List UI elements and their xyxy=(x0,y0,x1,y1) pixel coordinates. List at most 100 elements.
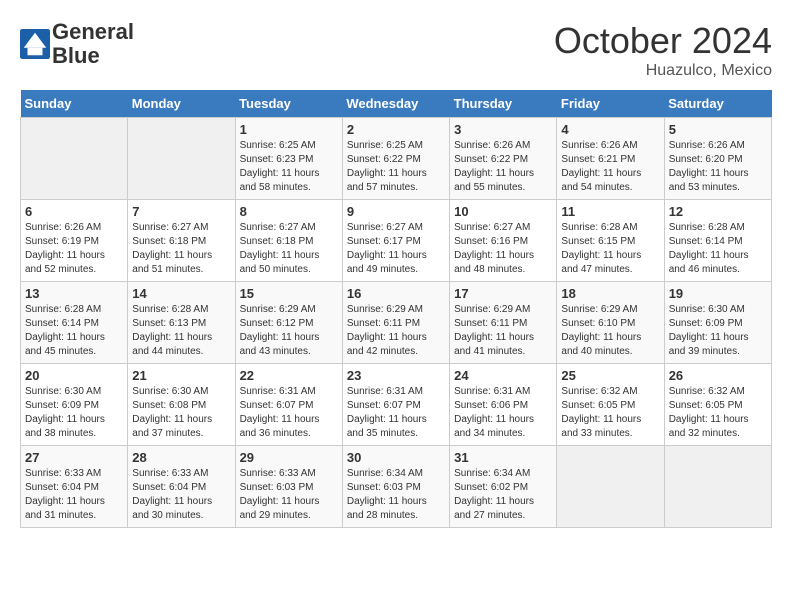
calendar-cell: 27 Sunrise: 6:33 AMSunset: 6:04 PMDayligh… xyxy=(21,446,128,528)
day-info: Sunrise: 6:28 AMSunset: 6:13 PMDaylight:… xyxy=(132,303,230,359)
day-info: Sunrise: 6:33 AMSunset: 6:04 PMDaylight:… xyxy=(25,467,123,523)
day-info: Sunrise: 6:31 AMSunset: 6:07 PMDaylight:… xyxy=(240,385,338,441)
logo: General Blue xyxy=(20,20,134,68)
day-number: 31 xyxy=(454,450,552,465)
week-row-4: 20Sunrise: 6:30 AMSunset: 6:09 PMDayligh… xyxy=(21,364,772,446)
day-info: Sunrise: 6:30 AMSunset: 6:09 PMDaylight:… xyxy=(669,303,767,359)
day-number: 21 xyxy=(132,368,230,383)
day-info: Sunrise: 6:32 AMSunset: 6:05 PMDaylight:… xyxy=(669,385,767,441)
calendar-cell: 1 Sunrise: 6:25 AMSunset: 6:23 PMDaylight… xyxy=(235,118,342,200)
day-info: Sunrise: 6:26 AMSunset: 6:21 PMDaylight:… xyxy=(561,139,659,195)
day-number: 7 xyxy=(132,204,230,219)
weekday-header-row: SundayMondayTuesdayWednesdayThursdayFrid… xyxy=(21,90,772,118)
weekday-header-wednesday: Wednesday xyxy=(342,90,449,118)
week-row-2: 6Sunrise: 6:26 AMSunset: 6:19 PMDaylight… xyxy=(21,200,772,282)
week-row-5: 27 Sunrise: 6:33 AMSunset: 6:04 PMDayligh… xyxy=(21,446,772,528)
calendar-cell: 10 Sunrise: 6:27 AMSunset: 6:16 PMDayligh… xyxy=(450,200,557,282)
day-info: Sunrise: 6:29 AMSunset: 6:11 PMDaylight:… xyxy=(454,303,552,359)
day-info: Sunrise: 6:34 AMSunset: 6:02 PMDaylight:… xyxy=(454,467,552,523)
day-number: 17 xyxy=(454,286,552,301)
day-info: Sunrise: 6:33 AMSunset: 6:03 PMDaylight:… xyxy=(240,467,338,523)
day-info: Sunrise: 6:27 AMSunset: 6:18 PMDaylight:… xyxy=(240,221,338,277)
day-info: Sunrise: 6:33 AMSunset: 6:04 PMDaylight:… xyxy=(132,467,230,523)
day-info: Sunrise: 6:28 AMSunset: 6:14 PMDaylight:… xyxy=(669,221,767,277)
day-number: 5 xyxy=(669,122,767,137)
calendar-cell: 17 Sunrise: 6:29 AMSunset: 6:11 PMDayligh… xyxy=(450,282,557,364)
logo-line2: Blue xyxy=(52,44,134,68)
calendar-cell: 12 Sunrise: 6:28 AMSunset: 6:14 PMDayligh… xyxy=(664,200,771,282)
day-info: Sunrise: 6:27 AMSunset: 6:17 PMDaylight:… xyxy=(347,221,445,277)
calendar-cell: 11 Sunrise: 6:28 AMSunset: 6:15 PMDayligh… xyxy=(557,200,664,282)
day-info: Sunrise: 6:29 AMSunset: 6:10 PMDaylight:… xyxy=(561,303,659,359)
calendar-cell xyxy=(664,446,771,528)
day-number: 2 xyxy=(347,122,445,137)
calendar-cell xyxy=(557,446,664,528)
day-info: Sunrise: 6:31 AMSunset: 6:07 PMDaylight:… xyxy=(347,385,445,441)
day-number: 16 xyxy=(347,286,445,301)
day-info: Sunrise: 6:28 AMSunset: 6:14 PMDaylight:… xyxy=(25,303,123,359)
weekday-header-sunday: Sunday xyxy=(21,90,128,118)
day-number: 4 xyxy=(561,122,659,137)
week-row-3: 13 Sunrise: 6:28 AMSunset: 6:14 PMDayligh… xyxy=(21,282,772,364)
calendar-cell: 24Sunrise: 6:31 AMSunset: 6:06 PMDayligh… xyxy=(450,364,557,446)
day-number: 19 xyxy=(669,286,767,301)
day-info: Sunrise: 6:27 AMSunset: 6:16 PMDaylight:… xyxy=(454,221,552,277)
calendar-cell xyxy=(21,118,128,200)
calendar-cell: 25 Sunrise: 6:32 AMSunset: 6:05 PMDayligh… xyxy=(557,364,664,446)
weekday-header-friday: Friday xyxy=(557,90,664,118)
weekday-header-monday: Monday xyxy=(128,90,235,118)
calendar-cell: 23 Sunrise: 6:31 AMSunset: 6:07 PMDayligh… xyxy=(342,364,449,446)
day-info: Sunrise: 6:34 AMSunset: 6:03 PMDaylight:… xyxy=(347,467,445,523)
day-number: 12 xyxy=(669,204,767,219)
day-info: Sunrise: 6:28 AMSunset: 6:15 PMDaylight:… xyxy=(561,221,659,277)
weekday-header-saturday: Saturday xyxy=(664,90,771,118)
day-number: 9 xyxy=(347,204,445,219)
day-number: 6 xyxy=(25,204,123,219)
calendar-cell: 26 Sunrise: 6:32 AMSunset: 6:05 PMDayligh… xyxy=(664,364,771,446)
calendar-cell: 9 Sunrise: 6:27 AMSunset: 6:17 PMDaylight… xyxy=(342,200,449,282)
day-number: 8 xyxy=(240,204,338,219)
calendar-cell xyxy=(128,118,235,200)
day-number: 13 xyxy=(25,286,123,301)
calendar-cell: 31 Sunrise: 6:34 AMSunset: 6:02 PMDayligh… xyxy=(450,446,557,528)
day-number: 26 xyxy=(669,368,767,383)
day-number: 14 xyxy=(132,286,230,301)
calendar-table: SundayMondayTuesdayWednesdayThursdayFrid… xyxy=(20,90,772,528)
day-info: Sunrise: 6:29 AMSunset: 6:12 PMDaylight:… xyxy=(240,303,338,359)
day-info: Sunrise: 6:25 AMSunset: 6:23 PMDaylight:… xyxy=(240,139,338,195)
logo-icon xyxy=(20,29,50,59)
weekday-header-thursday: Thursday xyxy=(450,90,557,118)
day-info: Sunrise: 6:26 AMSunset: 6:20 PMDaylight:… xyxy=(669,139,767,195)
calendar-cell: 6Sunrise: 6:26 AMSunset: 6:19 PMDaylight… xyxy=(21,200,128,282)
calendar-cell: 2Sunrise: 6:25 AMSunset: 6:22 PMDaylight… xyxy=(342,118,449,200)
day-number: 25 xyxy=(561,368,659,383)
day-number: 23 xyxy=(347,368,445,383)
location-subtitle: Huazulco, Mexico xyxy=(554,62,772,80)
calendar-cell: 20Sunrise: 6:30 AMSunset: 6:09 PMDayligh… xyxy=(21,364,128,446)
month-title: October 2024 xyxy=(554,20,772,62)
day-number: 22 xyxy=(240,368,338,383)
calendar-cell: 18 Sunrise: 6:29 AMSunset: 6:10 PMDayligh… xyxy=(557,282,664,364)
logo-text: General Blue xyxy=(52,20,134,68)
day-info: Sunrise: 6:32 AMSunset: 6:05 PMDaylight:… xyxy=(561,385,659,441)
day-number: 15 xyxy=(240,286,338,301)
calendar-cell: 5 Sunrise: 6:26 AMSunset: 6:20 PMDaylight… xyxy=(664,118,771,200)
calendar-cell: 15 Sunrise: 6:29 AMSunset: 6:12 PMDayligh… xyxy=(235,282,342,364)
calendar-cell: 21Sunrise: 6:30 AMSunset: 6:08 PMDayligh… xyxy=(128,364,235,446)
day-number: 11 xyxy=(561,204,659,219)
day-number: 3 xyxy=(454,122,552,137)
day-number: 1 xyxy=(240,122,338,137)
calendar-cell: 4 Sunrise: 6:26 AMSunset: 6:21 PMDaylight… xyxy=(557,118,664,200)
calendar-cell: 28Sunrise: 6:33 AMSunset: 6:04 PMDayligh… xyxy=(128,446,235,528)
day-number: 10 xyxy=(454,204,552,219)
day-info: Sunrise: 6:29 AMSunset: 6:11 PMDaylight:… xyxy=(347,303,445,359)
calendar-cell: 14 Sunrise: 6:28 AMSunset: 6:13 PMDayligh… xyxy=(128,282,235,364)
day-number: 24 xyxy=(454,368,552,383)
calendar-cell: 30 Sunrise: 6:34 AMSunset: 6:03 PMDayligh… xyxy=(342,446,449,528)
day-number: 30 xyxy=(347,450,445,465)
calendar-cell: 19 Sunrise: 6:30 AMSunset: 6:09 PMDayligh… xyxy=(664,282,771,364)
calendar-cell: 29Sunrise: 6:33 AMSunset: 6:03 PMDayligh… xyxy=(235,446,342,528)
day-number: 27 xyxy=(25,450,123,465)
page-header: General Blue October 2024 Huazulco, Mexi… xyxy=(20,20,772,80)
day-number: 18 xyxy=(561,286,659,301)
